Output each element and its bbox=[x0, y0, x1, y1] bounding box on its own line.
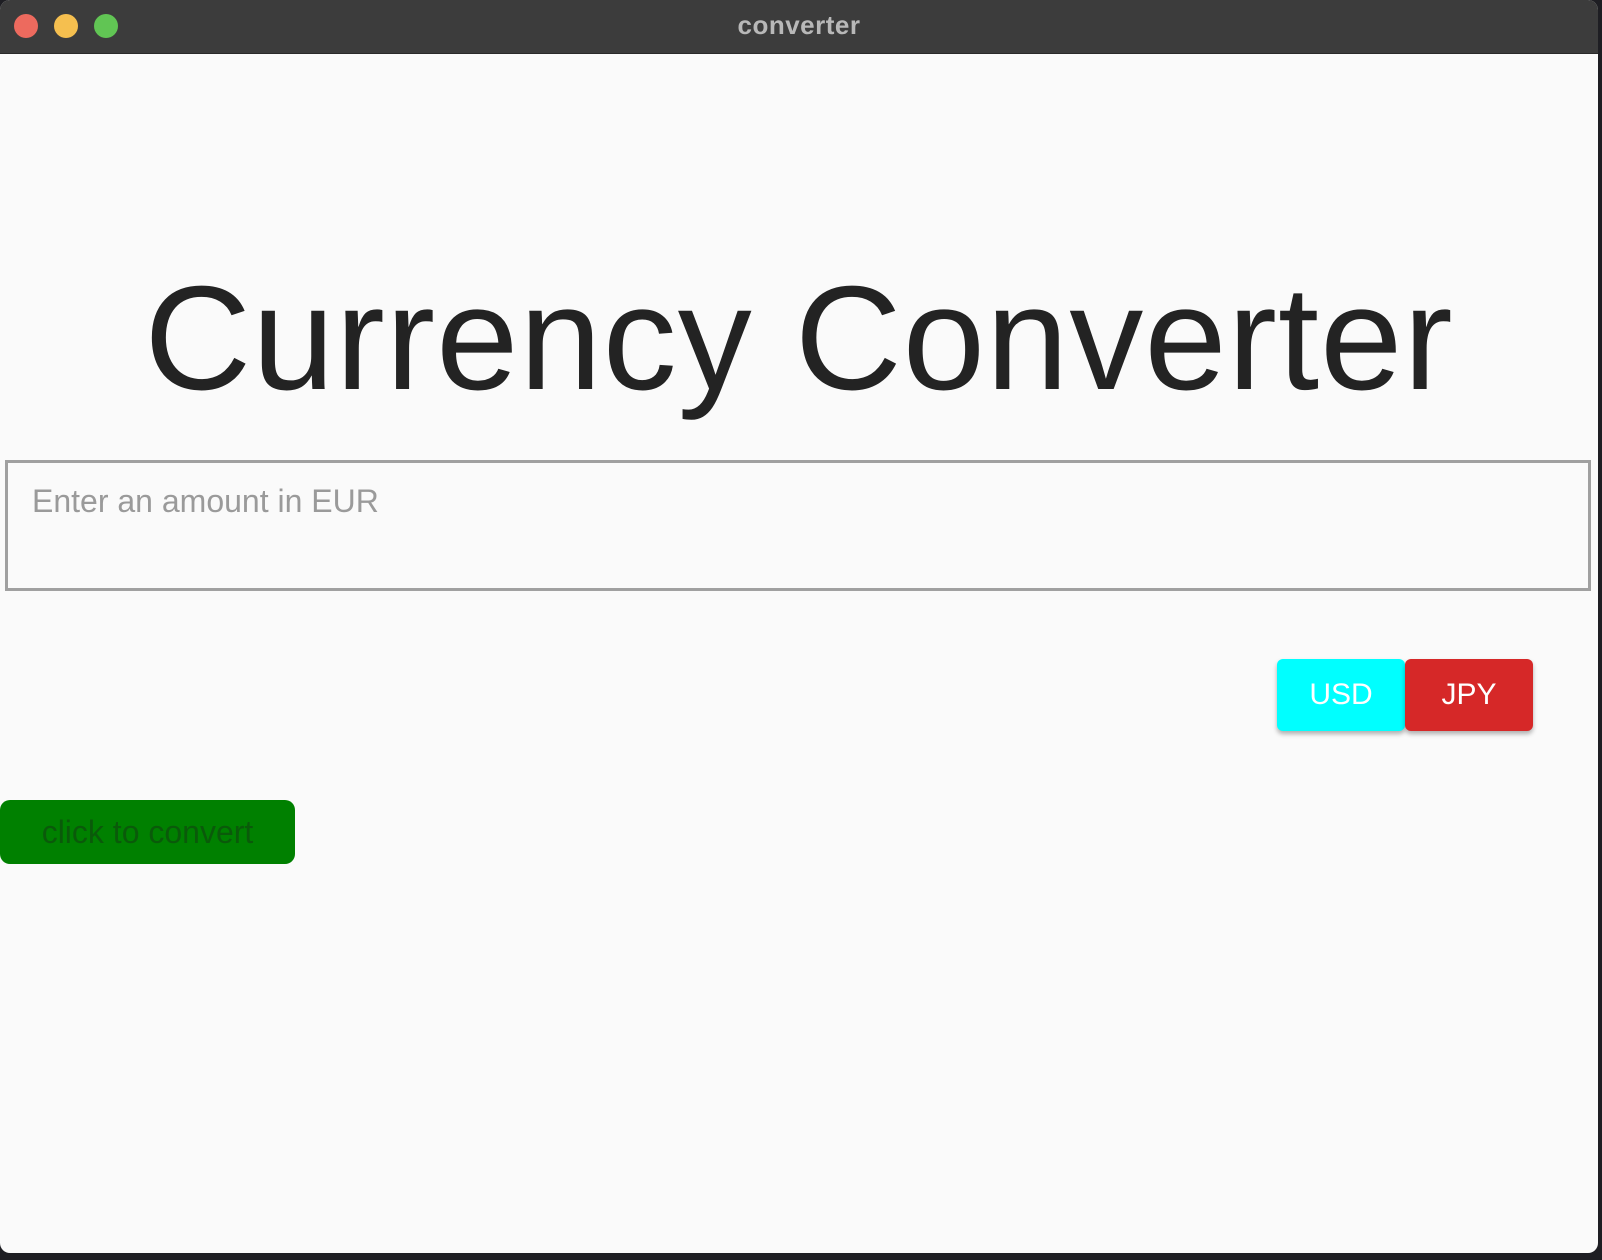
window-title: converter bbox=[737, 10, 861, 40]
amount-input[interactable] bbox=[8, 463, 1588, 588]
amount-field[interactable] bbox=[5, 460, 1591, 591]
page-title: Currency Converter bbox=[144, 256, 1454, 421]
app-window: converter Currency Converter USD JPY cli… bbox=[0, 0, 1598, 1253]
convert-button[interactable]: click to convert bbox=[0, 800, 295, 864]
title-bar[interactable]: converter bbox=[0, 0, 1598, 54]
jpy-button[interactable]: JPY bbox=[1405, 659, 1533, 731]
usd-button[interactable]: USD bbox=[1277, 659, 1405, 731]
